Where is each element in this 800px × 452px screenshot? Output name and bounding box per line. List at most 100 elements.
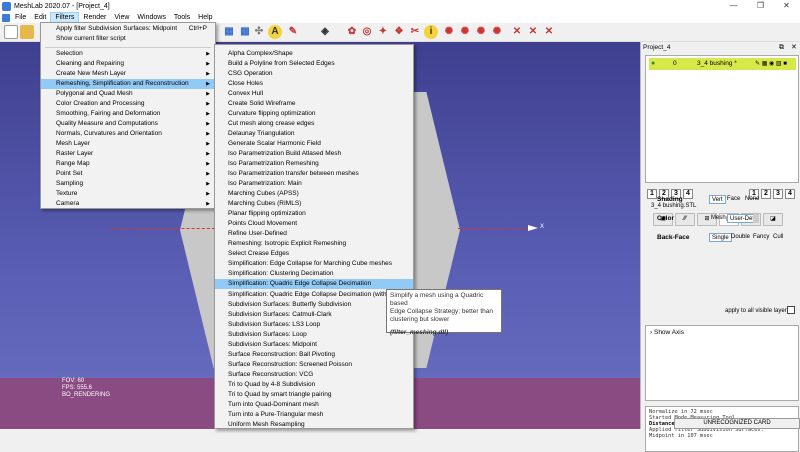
submenu-item[interactable]: Iso Parametrization transfer between mes… xyxy=(215,169,413,179)
submenu-item[interactable]: Planar flipping optimization xyxy=(215,209,413,219)
shape-icon[interactable]: ✺ xyxy=(458,25,472,39)
tab-options-icon[interactable]: ◪ xyxy=(763,213,783,226)
submenu-item[interactable]: Simplification: Clustering Decimation xyxy=(215,269,413,279)
submenu-item[interactable]: Subdivision Surfaces: Midpoint xyxy=(215,340,413,350)
menu-item-normals[interactable]: Normals, Curvatures and Orientation ▶ xyxy=(41,129,215,139)
submenu-item[interactable]: Refine User-Defined xyxy=(215,229,413,239)
close-panel-icon[interactable]: ✕ xyxy=(791,43,797,53)
backface-cull-option[interactable]: Cull xyxy=(771,233,785,242)
submenu-item[interactable]: Alpha Complex/Shape xyxy=(215,49,413,59)
submenu-item[interactable]: Turn into a Pure-Triangular mesh xyxy=(215,410,413,420)
submenu-item[interactable]: Marching Cubes (APSS) xyxy=(215,189,413,199)
menu-item-show-script[interactable]: Show current filter script xyxy=(41,34,215,44)
view-2-button-right[interactable]: 2 xyxy=(761,189,771,199)
submenu-item[interactable]: Marching Cubes (RIMLS) xyxy=(215,199,413,209)
delete-vertices-icon[interactable]: ✕ xyxy=(510,25,524,39)
submenu-item[interactable]: Curvature flipping optimization xyxy=(215,109,413,119)
menu-item-smoothing[interactable]: Smoothing, Fairing and Deformation ▶ xyxy=(41,109,215,119)
menu-item-selection[interactable]: Selection ▶ xyxy=(41,49,215,59)
submenu-item[interactable]: Subdivision Surfaces: Butterfly Subdivis… xyxy=(215,300,413,310)
submenu-item[interactable]: Tri to Quad by smart triangle pairing xyxy=(215,390,413,400)
submenu-item[interactable]: Build a Polyline from Selected Edges xyxy=(215,59,413,69)
paint-icon[interactable]: ✿ xyxy=(345,25,359,39)
info-icon[interactable]: i xyxy=(424,25,438,39)
submenu-item[interactable]: Create Solid Wireframe xyxy=(215,99,413,109)
submenu-item[interactable]: Surface Reconstruction: Ball Pivoting xyxy=(215,350,413,360)
select-vertices-icon[interactable]: ▦ xyxy=(222,25,236,39)
shading-none-option[interactable]: None xyxy=(743,195,761,204)
menu-item-cleaning[interactable]: Cleaning and Repairing ▶ xyxy=(41,59,215,69)
submenu-item[interactable]: Subdivision Surfaces: Loop xyxy=(215,330,413,340)
menu-file[interactable]: File xyxy=(11,12,30,23)
open-project-icon[interactable] xyxy=(20,25,34,39)
menu-item-mesh-layer[interactable]: Mesh Layer ▶ xyxy=(41,139,215,149)
submenu-item[interactable]: Close Holes xyxy=(215,79,413,89)
layer-icon[interactable]: ✺ xyxy=(490,25,504,39)
submenu-item[interactable]: Tri to Quad by 4-8 Subdivision xyxy=(215,380,413,390)
submenu-item[interactable]: Simplification: Quadric Edge Collapse De… xyxy=(215,290,413,300)
submenu-item[interactable]: Iso Parametrization Build Atlased Mesh xyxy=(215,149,413,159)
submenu-item[interactable]: Uniform Mesh Resampling xyxy=(215,420,413,428)
texture-icon[interactable]: ✦ xyxy=(376,25,390,39)
backface-fancy-option[interactable]: Fancy xyxy=(751,233,771,242)
submenu-item[interactable]: Turn into Quad-Dominant mesh xyxy=(215,400,413,410)
float-panel-icon[interactable]: ⧉ xyxy=(779,43,784,53)
shading-vert-option[interactable]: Vert xyxy=(709,195,726,204)
menu-item-polygonal[interactable]: Polygonal and Quad Mesh ▶ xyxy=(41,89,215,99)
view-4-button[interactable]: 4 xyxy=(683,189,693,199)
submenu-item[interactable]: CSG Operation xyxy=(215,69,413,79)
submenu-item[interactable]: Points Cloud Movement xyxy=(215,219,413,229)
menu-item-point-set[interactable]: Point Set ▶ xyxy=(41,169,215,179)
stroke-icon[interactable]: ✺ xyxy=(474,25,488,39)
pick-points-icon[interactable]: ✺ xyxy=(442,25,456,39)
maximize-button[interactable]: ❐ xyxy=(747,0,774,12)
new-project-icon[interactable] xyxy=(4,25,18,39)
submenu-item[interactable]: Cut mesh along crease edges xyxy=(215,119,413,129)
submenu-item[interactable]: Simplification: Edge Collapse for Marchi… xyxy=(215,259,413,269)
submenu-item[interactable]: Subdivision Surfaces: Catmull-Clark xyxy=(215,310,413,320)
minimize-button[interactable]: — xyxy=(720,0,747,12)
submenu-item-quadric-decimation[interactable]: Simplification: Quadric Edge Collapse De… xyxy=(215,279,413,289)
submenu-item[interactable]: Surface Reconstruction: VCG xyxy=(215,370,413,380)
select-faces-icon[interactable]: ▩ xyxy=(238,25,252,39)
submenu-item[interactable]: Generate Scalar Harmonic Field xyxy=(215,139,413,149)
submenu-item[interactable]: Convex Hull xyxy=(215,89,413,99)
segment-icon[interactable]: ❖ xyxy=(392,25,406,39)
move-icon[interactable]: ✣ xyxy=(252,25,266,39)
clean-icon[interactable]: ✂ xyxy=(408,25,422,39)
backface-double-option[interactable]: Double xyxy=(729,233,752,242)
menu-item-quality[interactable]: Quality Measure and Computations ▶ xyxy=(41,119,215,129)
view-3-button-right[interactable]: 3 xyxy=(773,189,783,199)
eye-icon[interactable]: ● xyxy=(651,58,655,70)
menu-item-camera[interactable]: Camera ▶ xyxy=(41,199,215,209)
submenu-item[interactable]: Surface Reconstruction: Screened Poisson xyxy=(215,360,413,370)
shading-face-option[interactable]: Face xyxy=(725,195,742,204)
submenu-item[interactable]: Iso Parametrization: Main xyxy=(215,179,413,189)
tab-wire-icon[interactable]: ⁄⁄⁄ xyxy=(675,213,695,226)
annotate-icon[interactable]: A xyxy=(268,25,282,39)
view-4-button-right[interactable]: 4 xyxy=(785,189,795,199)
submenu-item[interactable]: Delaunay Triangulation xyxy=(215,129,413,139)
delete-selected-icon[interactable]: ✕ xyxy=(542,25,556,39)
submenu-item[interactable]: Iso Parametrization Remeshing xyxy=(215,159,413,169)
submenu-item[interactable]: Subdivision Surfaces: LS3 Loop xyxy=(215,320,413,330)
layer-row[interactable]: ● 0 3_4 bushing * ✎ ▦ ◉ ▧ ■ xyxy=(649,58,796,70)
menu-item-apply-filter[interactable]: Apply filter Subdivision Surfaces: Midpo… xyxy=(41,24,215,34)
color-swatch[interactable] xyxy=(753,214,759,223)
menu-item-raster-layer[interactable]: Raster Layer ▶ xyxy=(41,149,215,159)
color-mesh-option[interactable]: Mesh xyxy=(709,214,728,223)
menu-item-texture[interactable]: Texture ▶ xyxy=(41,189,215,199)
rasterize-icon[interactable]: ◎ xyxy=(360,25,374,39)
delete-faces-icon[interactable]: ✕ xyxy=(526,25,540,39)
apply-all-checkbox[interactable] xyxy=(787,306,795,314)
show-axis-toggle[interactable]: › Show Axis xyxy=(650,329,684,336)
menu-item-sampling[interactable]: Sampling ▶ xyxy=(41,179,215,189)
align-icon[interactable]: ◈ xyxy=(318,25,332,39)
close-button[interactable]: ✕ xyxy=(773,0,800,12)
menu-item-remeshing[interactable]: Remeshing, Simplification and Reconstruc… xyxy=(41,79,215,89)
measure-icon[interactable]: ✎ xyxy=(286,25,300,39)
menu-item-create-layer[interactable]: Create New Mesh Layer ▶ xyxy=(41,69,215,79)
menu-item-color[interactable]: Color Creation and Processing ▶ xyxy=(41,99,215,109)
view-1-button[interactable]: 1 xyxy=(647,189,657,199)
submenu-item[interactable]: Select Crease Edges xyxy=(215,249,413,259)
